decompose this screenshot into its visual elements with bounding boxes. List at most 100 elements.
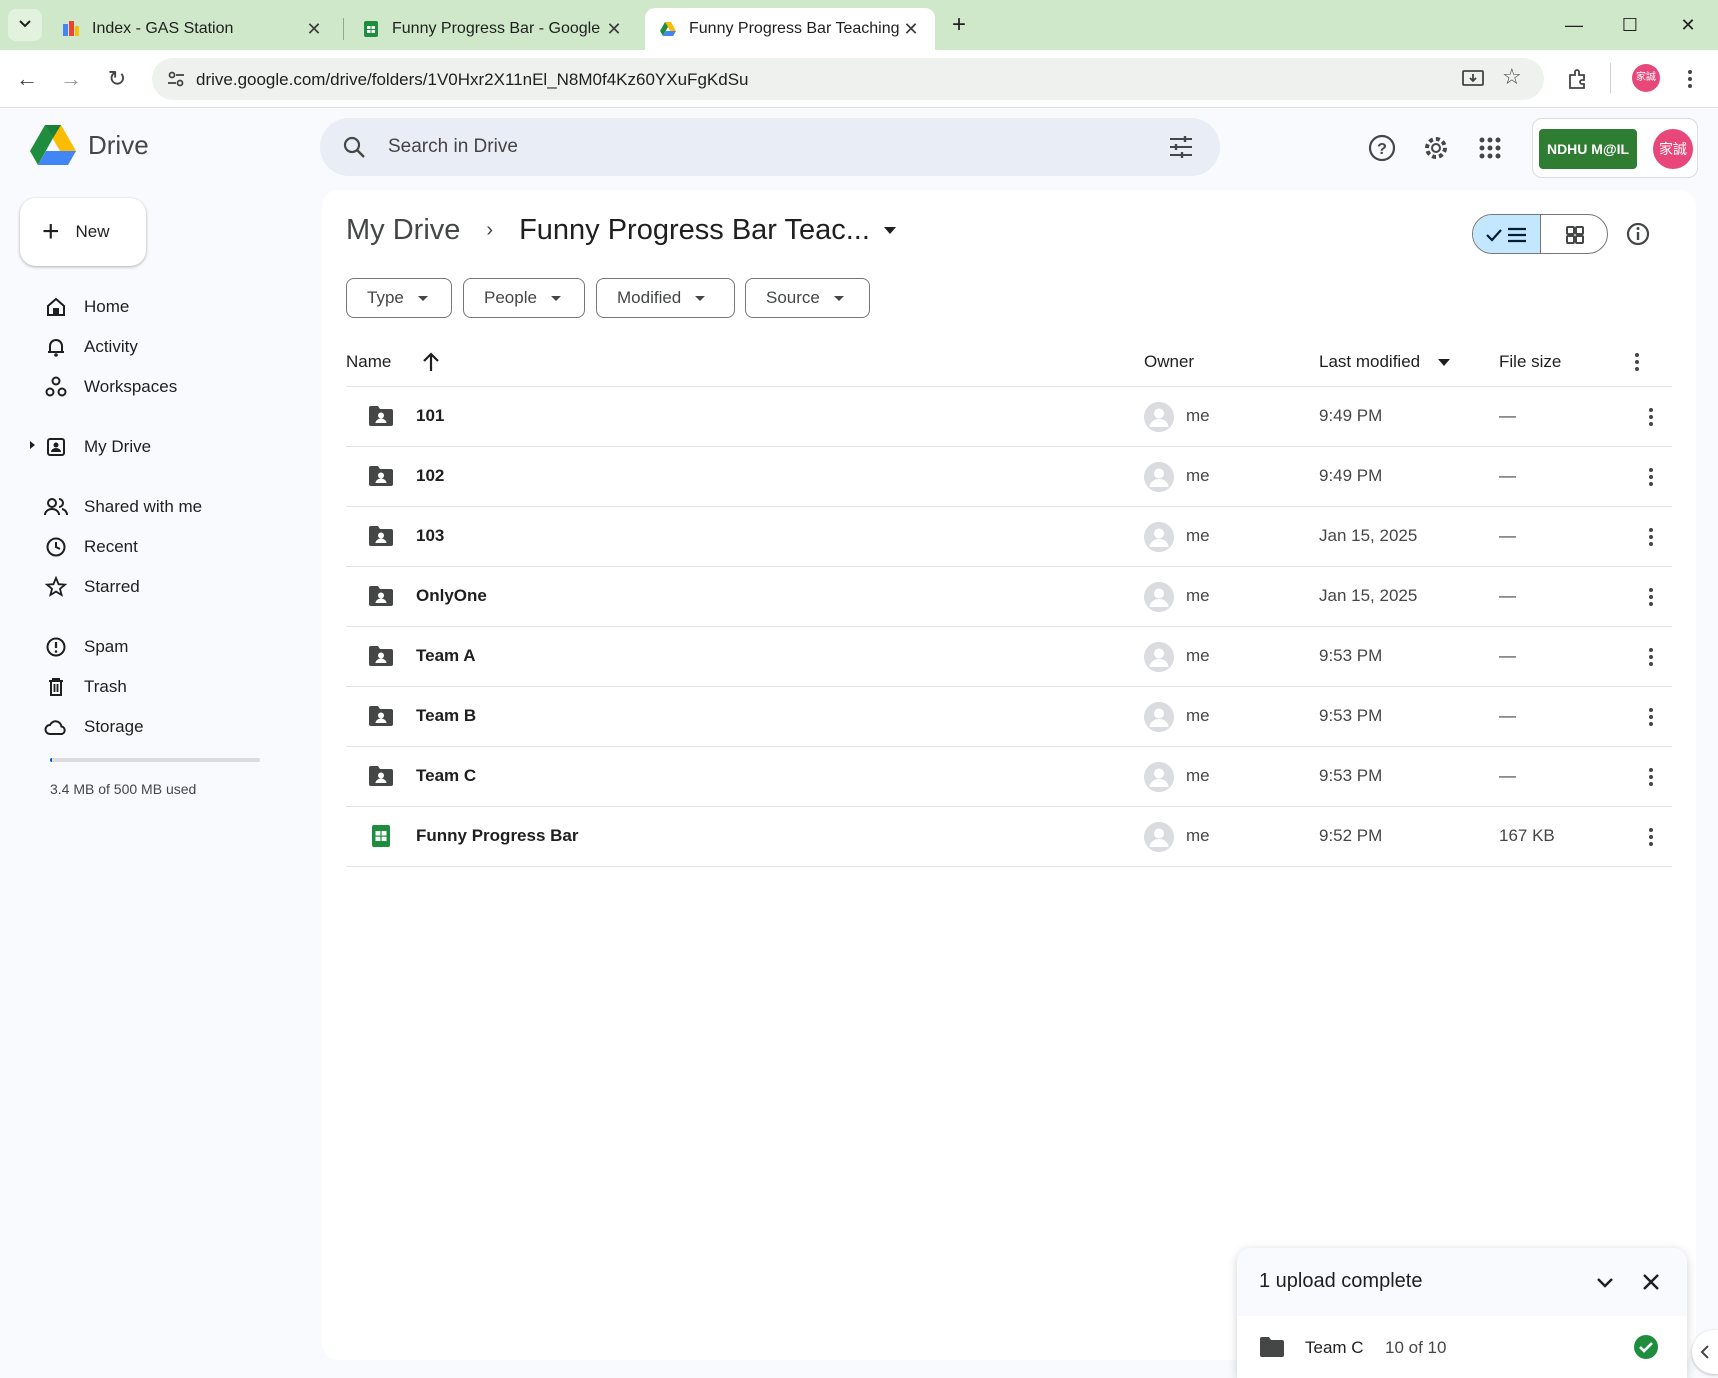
sidebar-item-recent[interactable]: Recent [44,530,138,564]
storage-text: 3.4 MB of 500 MB used [50,781,197,797]
sidebar-item-spam[interactable]: Spam [44,630,128,664]
maximize-icon[interactable]: ☐ [1612,10,1648,40]
bookmark-star-icon[interactable]: ☆ [1502,64,1522,90]
install-app-icon[interactable] [1462,69,1484,89]
tab-google-sheets[interactable]: Funny Progress Bar - Google Sheets ✕ [348,8,638,50]
column-header-last-modified[interactable]: Last modified [1319,352,1420,372]
sidebar-item-storage[interactable]: Storage [44,710,144,744]
column-more-icon[interactable] [1622,346,1652,378]
file-more-actions-icon[interactable] [1636,581,1666,613]
file-name[interactable]: Team A [416,646,476,666]
google-apps-icon[interactable] [1470,128,1510,168]
filter-people-chip[interactable]: People [463,278,585,318]
details-info-icon[interactable] [1624,220,1652,248]
column-header-name[interactable]: Name [346,352,391,372]
settings-gear-icon[interactable] [1416,128,1456,168]
breadcrumb-root[interactable]: My Drive [346,214,460,247]
filter-type-chip[interactable]: Type [346,278,452,318]
close-panel-icon[interactable] [1639,1270,1663,1294]
browser-menu-icon[interactable] [1676,64,1704,94]
address-bar[interactable]: drive.google.com/drive/folders/1V0Hxr2X1… [152,58,1544,100]
file-name[interactable]: 102 [416,466,444,486]
file-name[interactable]: OnlyOne [416,586,487,606]
sidebar-item-activity[interactable]: Activity [44,330,138,364]
tab-close-icon[interactable]: ✕ [901,19,921,40]
account-badge: NDHU M@IL [1539,129,1637,169]
file-more-actions-icon[interactable] [1636,701,1666,733]
tab-close-icon[interactable]: ✕ [304,19,324,40]
file-row[interactable]: Team A me 9:53 PM — [346,627,1672,687]
breadcrumb-current[interactable]: Funny Progress Bar Teac... [519,214,870,247]
back-arrow-icon[interactable]: ← [10,62,44,96]
owner-avatar [1144,822,1174,852]
file-more-actions-icon[interactable] [1636,521,1666,553]
sidebar-item-label: My Drive [84,437,152,456]
filter-source-chip[interactable]: Source [745,278,870,318]
sidebar-item-home[interactable]: Home [44,290,129,324]
list-view-button[interactable] [1473,215,1541,253]
column-header-file-size[interactable]: File size [1499,352,1561,372]
tab-google-drive[interactable]: Funny Progress Bar Teaching - Google Dri… [645,8,935,50]
file-more-actions-icon[interactable] [1636,461,1666,493]
new-tab-icon[interactable]: + [942,10,976,42]
drive-logo[interactable]: Drive [30,124,149,166]
upload-item-row[interactable]: Team C 10 of 10 [1237,1316,1687,1378]
sidebar-item-my-drive[interactable]: My Drive [44,430,151,464]
file-row[interactable]: Team C me 9:53 PM — [346,747,1672,807]
file-row[interactable]: 103 me Jan 15, 2025 — [346,507,1672,567]
reload-icon[interactable]: ↻ [100,62,134,96]
file-more-actions-icon[interactable] [1636,821,1666,853]
file-name[interactable]: 101 [416,406,444,426]
upload-item-progress: 10 of 10 [1385,1338,1447,1357]
tab-close-icon[interactable]: ✕ [604,19,624,40]
sidebar-item-workspaces[interactable]: Workspaces [44,370,177,404]
grid-view-button[interactable] [1542,215,1607,253]
file-more-actions-icon[interactable] [1636,761,1666,793]
file-row[interactable]: Team B me 9:53 PM — [346,687,1672,747]
account-avatar: 家誠 [1653,129,1693,169]
file-last-modified: 9:53 PM [1319,766,1383,785]
file-row[interactable]: 101 me 9:49 PM — [346,387,1672,447]
file-row[interactable]: OnlyOne me Jan 15, 2025 — [346,567,1672,627]
sidebar-item-shared-with-me[interactable]: Shared with me [44,490,202,524]
expand-arrow-icon[interactable] [30,441,35,449]
breadcrumb-chevron-icon: › [486,219,494,241]
new-button[interactable]: + New [20,198,146,266]
file-name[interactable]: Team B [416,706,476,726]
file-row[interactable]: 102 me 9:49 PM — [346,447,1672,507]
folder-menu-caret-icon[interactable] [883,227,896,234]
site-info-icon[interactable] [166,69,186,89]
extensions-icon[interactable] [1566,67,1590,91]
drive-search-bar[interactable] [320,118,1220,176]
help-icon[interactable]: ? [1362,128,1402,168]
tab-search-button[interactable] [8,9,42,41]
file-last-modified: Jan 15, 2025 [1319,586,1418,605]
file-name[interactable]: 103 [416,526,444,546]
chevron-left-icon [1700,1345,1709,1359]
sort-caret-icon[interactable] [1438,359,1450,366]
file-more-actions-icon[interactable] [1636,401,1666,433]
sidebar-item-trash[interactable]: Trash [44,670,127,704]
column-header-owner[interactable]: Owner [1144,352,1194,372]
minimize-icon[interactable]: — [1556,10,1592,40]
owner-avatar [1144,582,1174,612]
account-switcher[interactable]: NDHU M@IL 家誠 [1532,118,1698,178]
home-icon [47,297,65,316]
forward-arrow-icon[interactable]: → [54,62,88,96]
owner-avatar [1144,762,1174,792]
filter-modified-chip[interactable]: Modified [596,278,735,318]
search-options-icon[interactable] [1168,135,1194,159]
file-more-actions-icon[interactable] [1636,641,1666,673]
search-icon[interactable] [342,135,366,159]
window-close-icon[interactable]: ✕ [1670,10,1706,40]
file-row[interactable]: Funny Progress Bar me 9:52 PM 167 KB [346,807,1672,867]
owner-avatar-icon [1144,762,1174,792]
browser-profile-avatar[interactable]: 家誠 [1632,64,1660,92]
collapse-chevron-icon[interactable] [1593,1270,1617,1294]
file-name[interactable]: Team C [416,766,476,786]
tab-gas-station[interactable]: Index - GAS Station ✕ [48,8,338,50]
sort-ascending-arrow-icon[interactable] [420,350,442,374]
search-input[interactable] [388,132,1088,162]
sidebar-item-starred[interactable]: Starred [44,570,140,604]
file-name[interactable]: Funny Progress Bar [416,826,579,846]
